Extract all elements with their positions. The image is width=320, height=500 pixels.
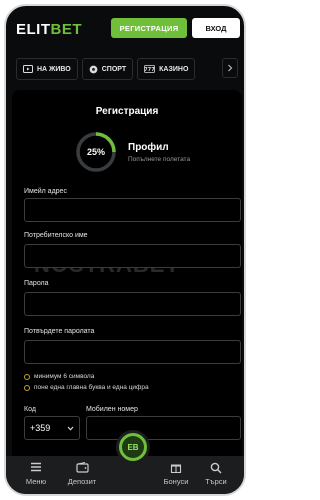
- tab-label: Меню: [25, 477, 47, 486]
- brand-badge-icon: EB: [122, 436, 144, 458]
- tab-label: Търси: [205, 477, 227, 486]
- email-field[interactable]: [24, 198, 241, 222]
- register-button[interactable]: РЕГИСТРАЦИЯ: [111, 18, 187, 38]
- profile-step-subtitle: Попълнете полетата: [128, 156, 191, 163]
- profile-step-title: Профил: [128, 142, 169, 153]
- phone-frame: ELITBET РЕГИСТРАЦИЯ ВХОД НА ЖИВО СПОРТ 7…: [4, 4, 246, 496]
- hint-text: поне една главна буква и една цифра: [34, 384, 149, 391]
- tab-label: Депозит: [67, 477, 97, 486]
- home-fab-button[interactable]: EB: [116, 430, 150, 464]
- chevron-down-icon: [67, 423, 74, 433]
- country-code-value: +359: [30, 423, 51, 433]
- password-hint: минимум 6 символа: [24, 373, 94, 380]
- username-field[interactable]: [24, 244, 241, 268]
- chevron-right-icon[interactable]: [222, 58, 238, 78]
- form-title: Регистрация: [95, 106, 159, 117]
- tab-deposit[interactable]: Депозит: [62, 462, 102, 486]
- country-code-select[interactable]: +359: [24, 416, 80, 440]
- logo-text-main: ELIT: [16, 20, 51, 38]
- nav-item-label: НА ЖИВО: [37, 65, 71, 73]
- password-field[interactable]: [24, 292, 241, 316]
- tab-label: Бонуси: [163, 477, 189, 486]
- hint-circle-icon: [24, 384, 30, 391]
- nav-item-sport[interactable]: СПОРТ: [81, 58, 134, 80]
- password-label: Парола: [24, 280, 49, 287]
- confirm-password-field[interactable]: [24, 340, 241, 364]
- hint-text: минимум 6 символа: [34, 373, 95, 380]
- email-label: Имейл адрес: [24, 188, 67, 195]
- registration-form: Регистрация 25% Профил Попълнете полетат…: [12, 90, 242, 485]
- svg-text:777: 777: [144, 67, 155, 73]
- logo-text-accent: BET: [50, 20, 82, 38]
- nav-item-label: СПОРТ: [101, 65, 127, 73]
- code-label: Код: [24, 406, 36, 413]
- hint-circle-icon: [24, 373, 30, 380]
- search-icon: [209, 462, 223, 474]
- wallet-icon: [75, 462, 89, 474]
- category-nav: НА ЖИВО СПОРТ 777 КАЗИНО: [6, 56, 244, 82]
- nav-item-label: КАЗИНО: [159, 65, 189, 73]
- nav-item-casino[interactable]: 777 КАЗИНО: [137, 58, 196, 80]
- username-label: Потребителско име: [24, 232, 88, 239]
- slot-777-icon: 777: [144, 65, 155, 73]
- mobile-label: Мобилен номер: [86, 406, 138, 413]
- gift-icon: [169, 462, 183, 474]
- soccer-ball-icon: [89, 65, 98, 74]
- brand-logo[interactable]: ELITBET: [16, 21, 82, 38]
- login-button[interactable]: ВХОД: [192, 18, 240, 38]
- menu-icon: [29, 462, 43, 474]
- confirm-password-label: Потвърдете паролата: [24, 328, 95, 335]
- password-hint: поне една главна буква и една цифра: [24, 384, 149, 391]
- live-tv-icon: [23, 65, 33, 73]
- tab-bonuses[interactable]: Бонуси: [156, 462, 196, 486]
- mobile-number-field[interactable]: [86, 416, 241, 440]
- tab-menu[interactable]: Меню: [16, 462, 56, 486]
- tab-search[interactable]: Търси: [196, 462, 236, 486]
- nav-item-live[interactable]: НА ЖИВО: [16, 58, 78, 80]
- progress-percent: 25%: [86, 147, 105, 157]
